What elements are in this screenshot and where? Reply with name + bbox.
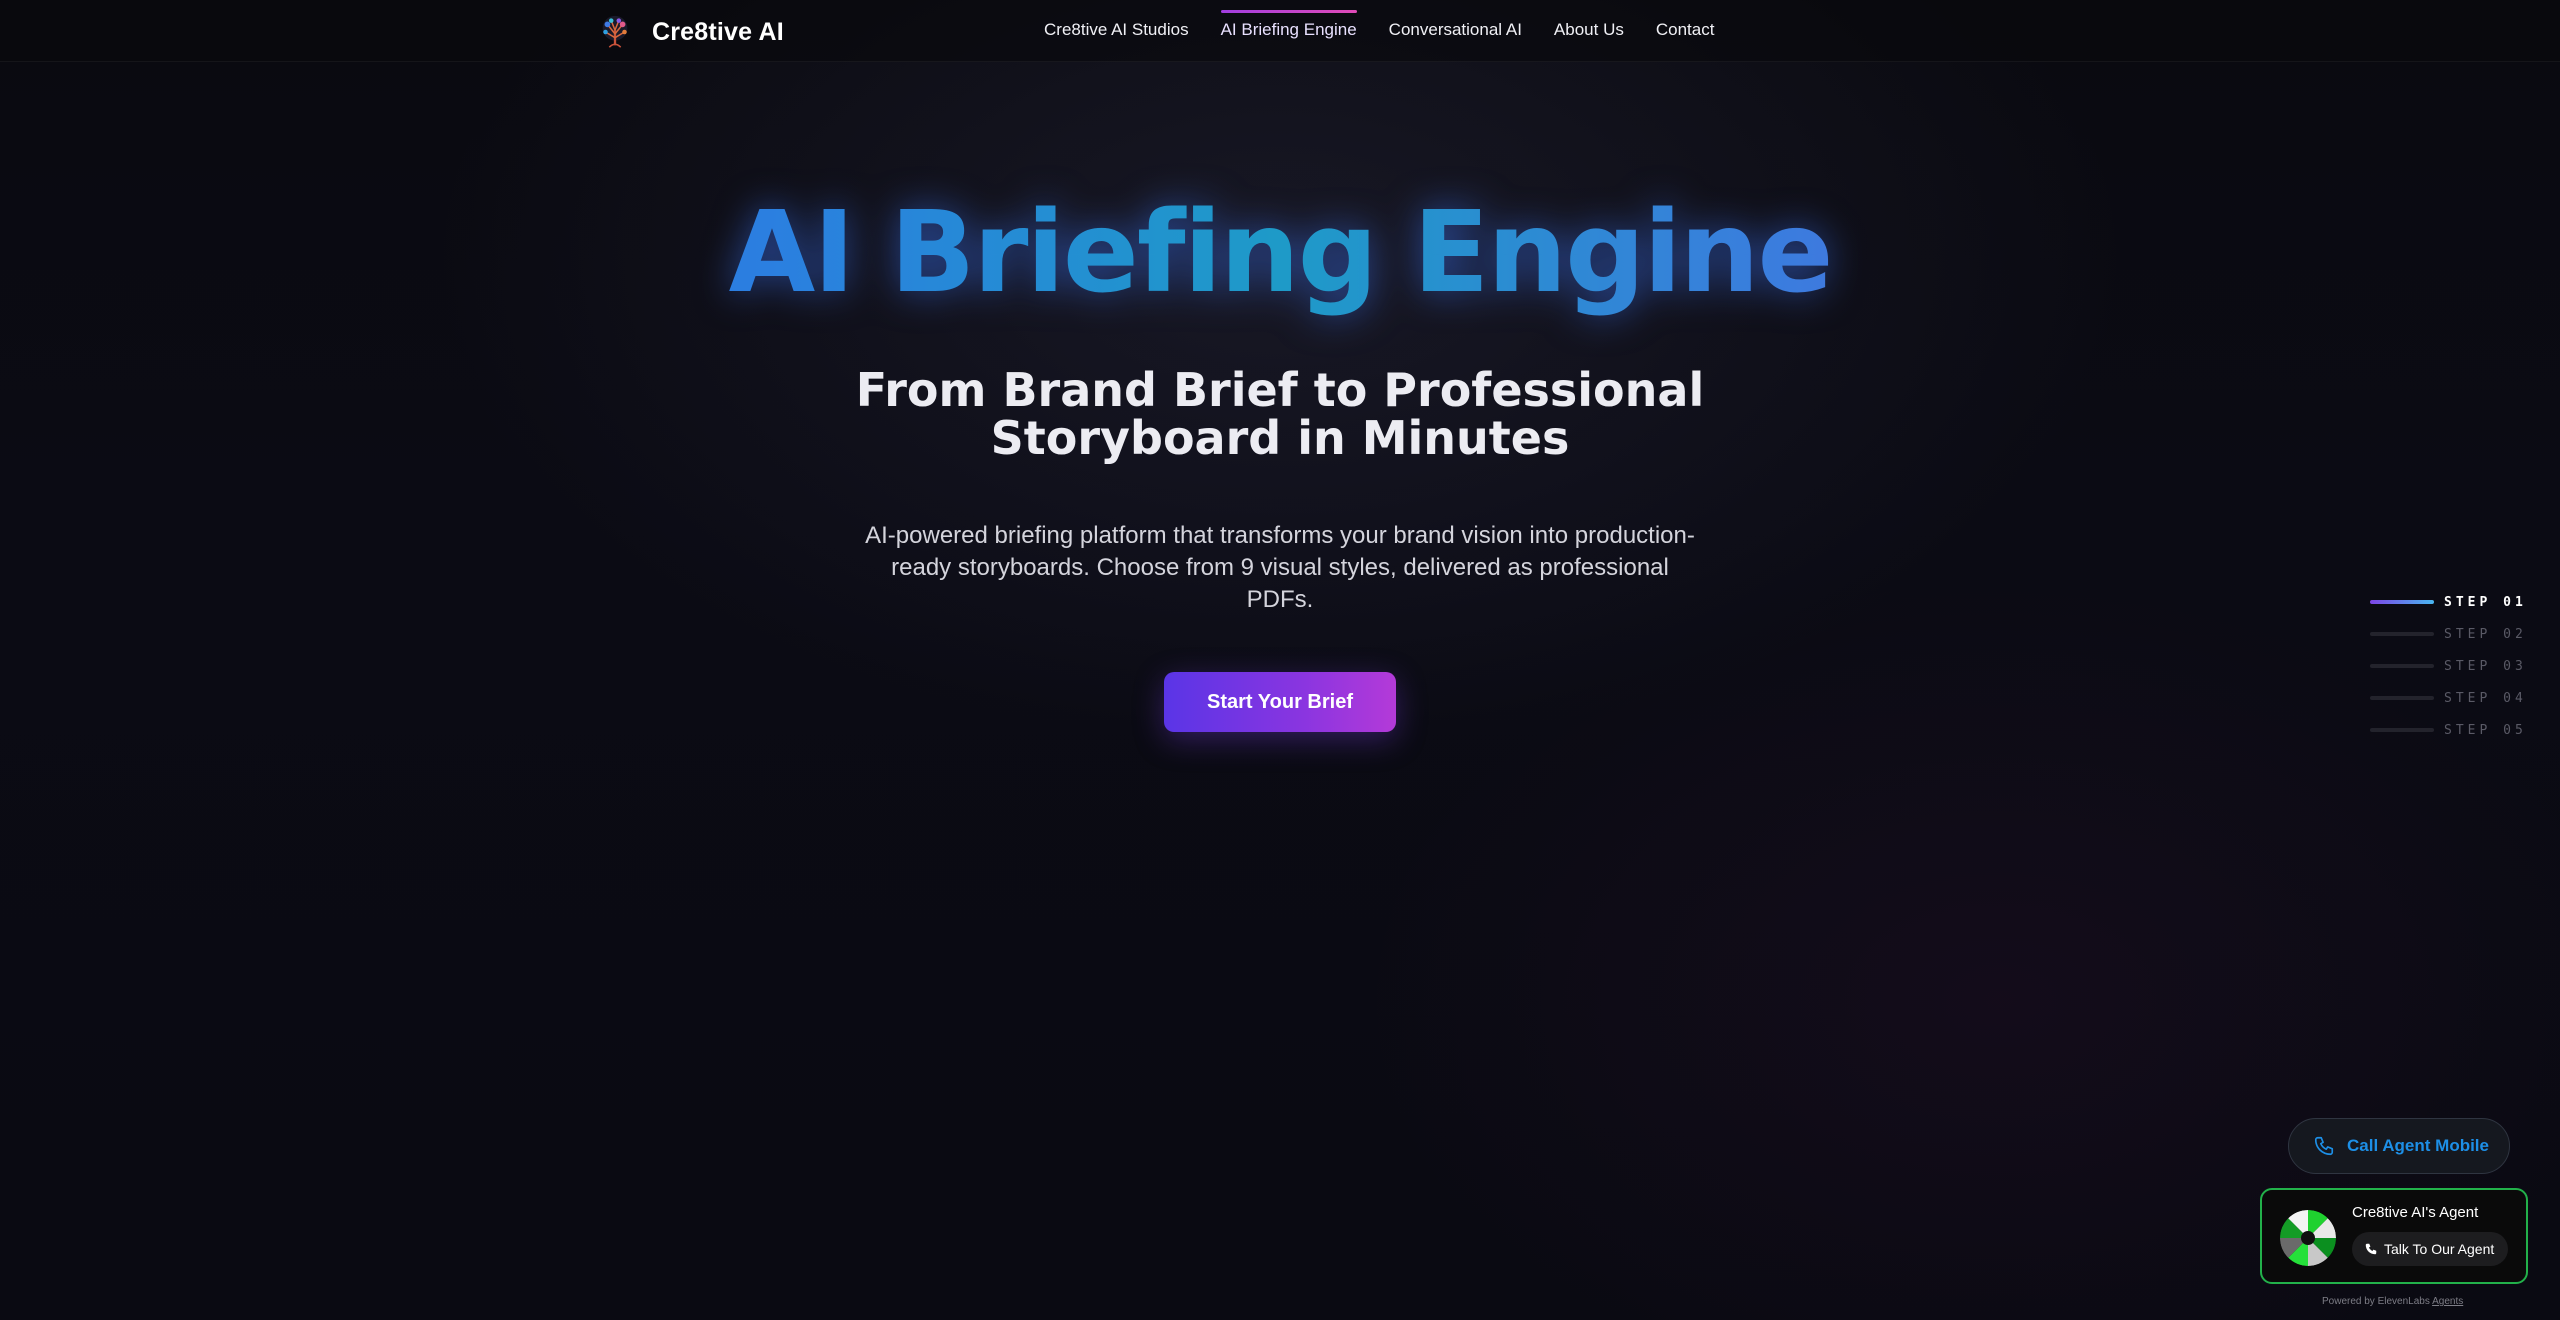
nav-link-about-us[interactable]: About Us [1554,20,1624,44]
brand-logo[interactable]: Cre8tive AI [596,12,784,52]
talk-to-agent-button[interactable]: Talk To Our Agent [2352,1232,2508,1266]
step-bar [2370,728,2434,732]
nav-link-briefing-engine[interactable]: AI Briefing Engine [1220,10,1357,44]
step-indicator: STEP 01 STEP 02 STEP 03 STEP 04 STEP 05 [2370,586,2530,746]
agent-name: Cre8tive AI's Agent [2352,1204,2479,1221]
step-item-03[interactable]: STEP 03 [2370,650,2530,682]
phone-icon [2365,1243,2377,1255]
step-item-01[interactable]: STEP 01 [2370,586,2530,618]
step-item-05[interactable]: STEP 05 [2370,714,2530,746]
nav-link-conversational-ai[interactable]: Conversational AI [1389,20,1522,44]
nav-link-contact[interactable]: Contact [1656,20,1715,44]
step-bar [2370,664,2434,668]
hero-title: AI Briefing Engine [0,188,2560,318]
nav-links: Cre8tive AI Studios AI Briefing Engine C… [1044,10,1715,44]
hero-description: AI-powered briefing platform that transf… [865,522,1695,613]
powered-by-note: Powered by ElevenLabs Agents [2322,1296,2463,1307]
step-item-02[interactable]: STEP 02 [2370,618,2530,650]
step-bar [2370,696,2434,700]
step-label: STEP 04 [2444,690,2527,706]
brand-name: Cre8tive AI [652,17,784,46]
nav-link-studios[interactable]: Cre8tive AI Studios [1044,20,1189,44]
call-agent-mobile-button[interactable]: Call Agent Mobile [2288,1118,2510,1174]
hero-subtitle: From Brand Brief to Professional Storybo… [855,363,1705,465]
step-item-04[interactable]: STEP 04 [2370,682,2530,714]
agent-widget: Cre8tive AI's Agent Talk To Our Agent [2260,1188,2528,1284]
talk-to-agent-label: Talk To Our Agent [2384,1241,2495,1257]
agent-avatar [2280,1210,2336,1266]
step-label: STEP 01 [2444,594,2527,610]
step-bar [2370,632,2434,636]
step-label: STEP 03 [2444,658,2527,674]
agents-link[interactable]: Agents [2432,1296,2463,1307]
tree-logo-icon [602,15,628,48]
step-bar [2370,600,2434,604]
powered-by-text: Powered by ElevenLabs [2322,1296,2430,1307]
step-label: STEP 02 [2444,626,2527,642]
start-brief-button[interactable]: Start Your Brief [1164,672,1396,732]
step-label: STEP 05 [2444,722,2527,738]
call-agent-mobile-label: Call Agent Mobile [2347,1136,2489,1155]
top-navbar: Cre8tive AI Cre8tive AI Studios AI Brief… [0,0,2560,62]
phone-icon [2314,1136,2334,1156]
